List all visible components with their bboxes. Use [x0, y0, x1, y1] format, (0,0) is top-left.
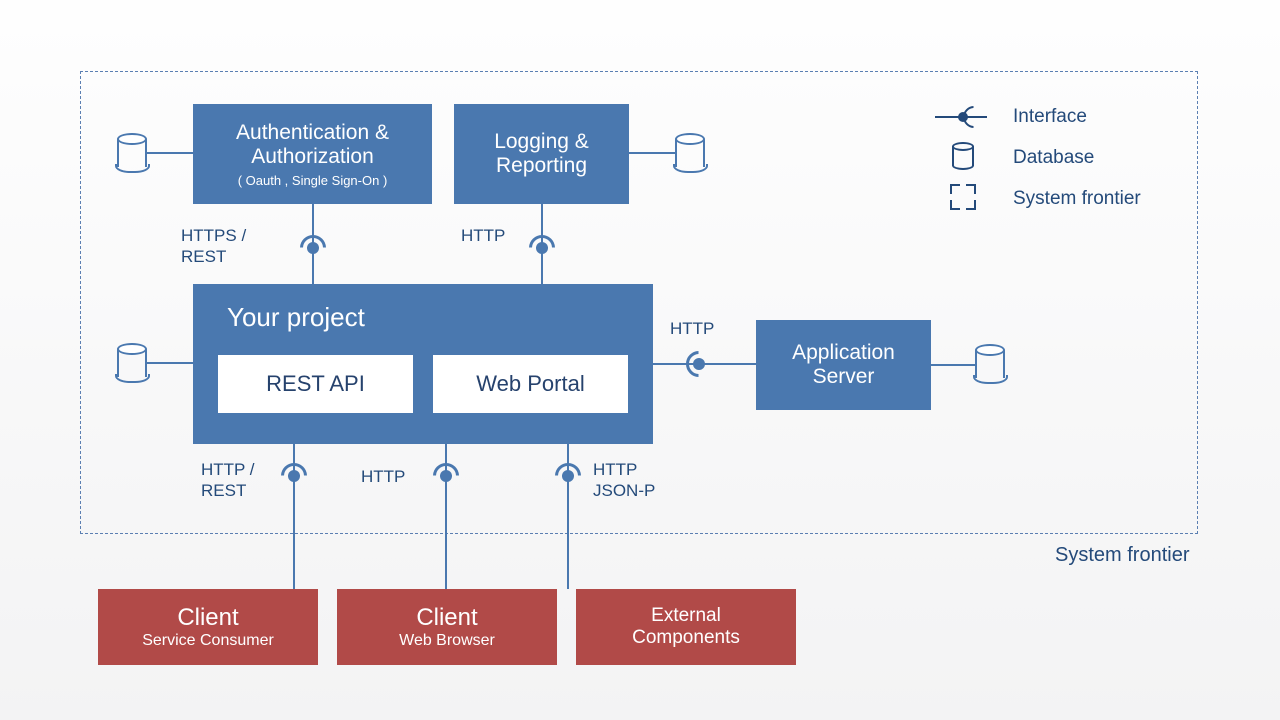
legend-interface-label: Interface [1013, 106, 1087, 128]
box-appserver: Application Server [756, 320, 931, 410]
conn-label-client2: HTTP [361, 466, 405, 487]
legend-interface-ball-icon [958, 112, 968, 122]
box-appserver-title: Application Server [756, 341, 931, 389]
box-client2-title: Client [416, 604, 477, 632]
box-auth-subtitle: ( Oauth , Single Sign-On ) [238, 173, 388, 188]
connector-line [147, 152, 193, 154]
interface-icon [529, 235, 559, 265]
box-client2-subtitle: Web Browser [399, 632, 495, 650]
conn-label-client1: HTTP /REST [201, 459, 255, 502]
diagram-stage: System frontier Authentication & Authori… [0, 0, 1280, 720]
database-icon [117, 133, 147, 169]
conn-label-appserver: HTTP [670, 318, 714, 339]
system-frontier-label: System frontier [1055, 543, 1189, 568]
legend-frontier-label: System frontier [1013, 188, 1141, 210]
conn-label-external: HTTP JSON-P [593, 459, 655, 502]
interface-icon [433, 463, 463, 493]
connector-line [629, 152, 675, 154]
box-rest-api: REST API [218, 355, 413, 413]
box-project-title: Your project [227, 302, 365, 333]
box-web-portal-label: Web Portal [476, 371, 584, 397]
box-external-components: External Components [576, 589, 796, 665]
box-logging: Logging & Reporting [454, 104, 629, 204]
database-icon [975, 344, 1005, 380]
legend-database-label: Database [1013, 147, 1094, 169]
box-client1-subtitle: Service Consumer [142, 632, 274, 650]
box-logging-title: Logging & Reporting [454, 130, 629, 178]
conn-label-auth: HTTPS /REST [181, 225, 246, 268]
legend-database-icon [952, 142, 974, 170]
interface-icon [686, 351, 716, 381]
interface-icon [555, 463, 585, 493]
box-auth-title: Authentication & Authorization [193, 121, 432, 169]
box-rest-api-label: REST API [266, 371, 365, 397]
box-external-title: External Components [576, 605, 796, 649]
interface-icon [300, 235, 330, 265]
conn-label-logging: HTTP [461, 225, 505, 246]
connector-line [931, 364, 975, 366]
box-client-service-consumer: Client Service Consumer [98, 589, 318, 665]
box-auth: Authentication & Authorization ( Oauth ,… [193, 104, 432, 204]
box-web-portal: Web Portal [433, 355, 628, 413]
box-client1-title: Client [177, 604, 238, 632]
interface-icon [281, 463, 311, 493]
connector-line [147, 362, 193, 364]
box-client-web-browser: Client Web Browser [337, 589, 557, 665]
database-icon [117, 343, 147, 379]
database-icon [675, 133, 705, 169]
legend-frontier-icon [950, 184, 976, 210]
